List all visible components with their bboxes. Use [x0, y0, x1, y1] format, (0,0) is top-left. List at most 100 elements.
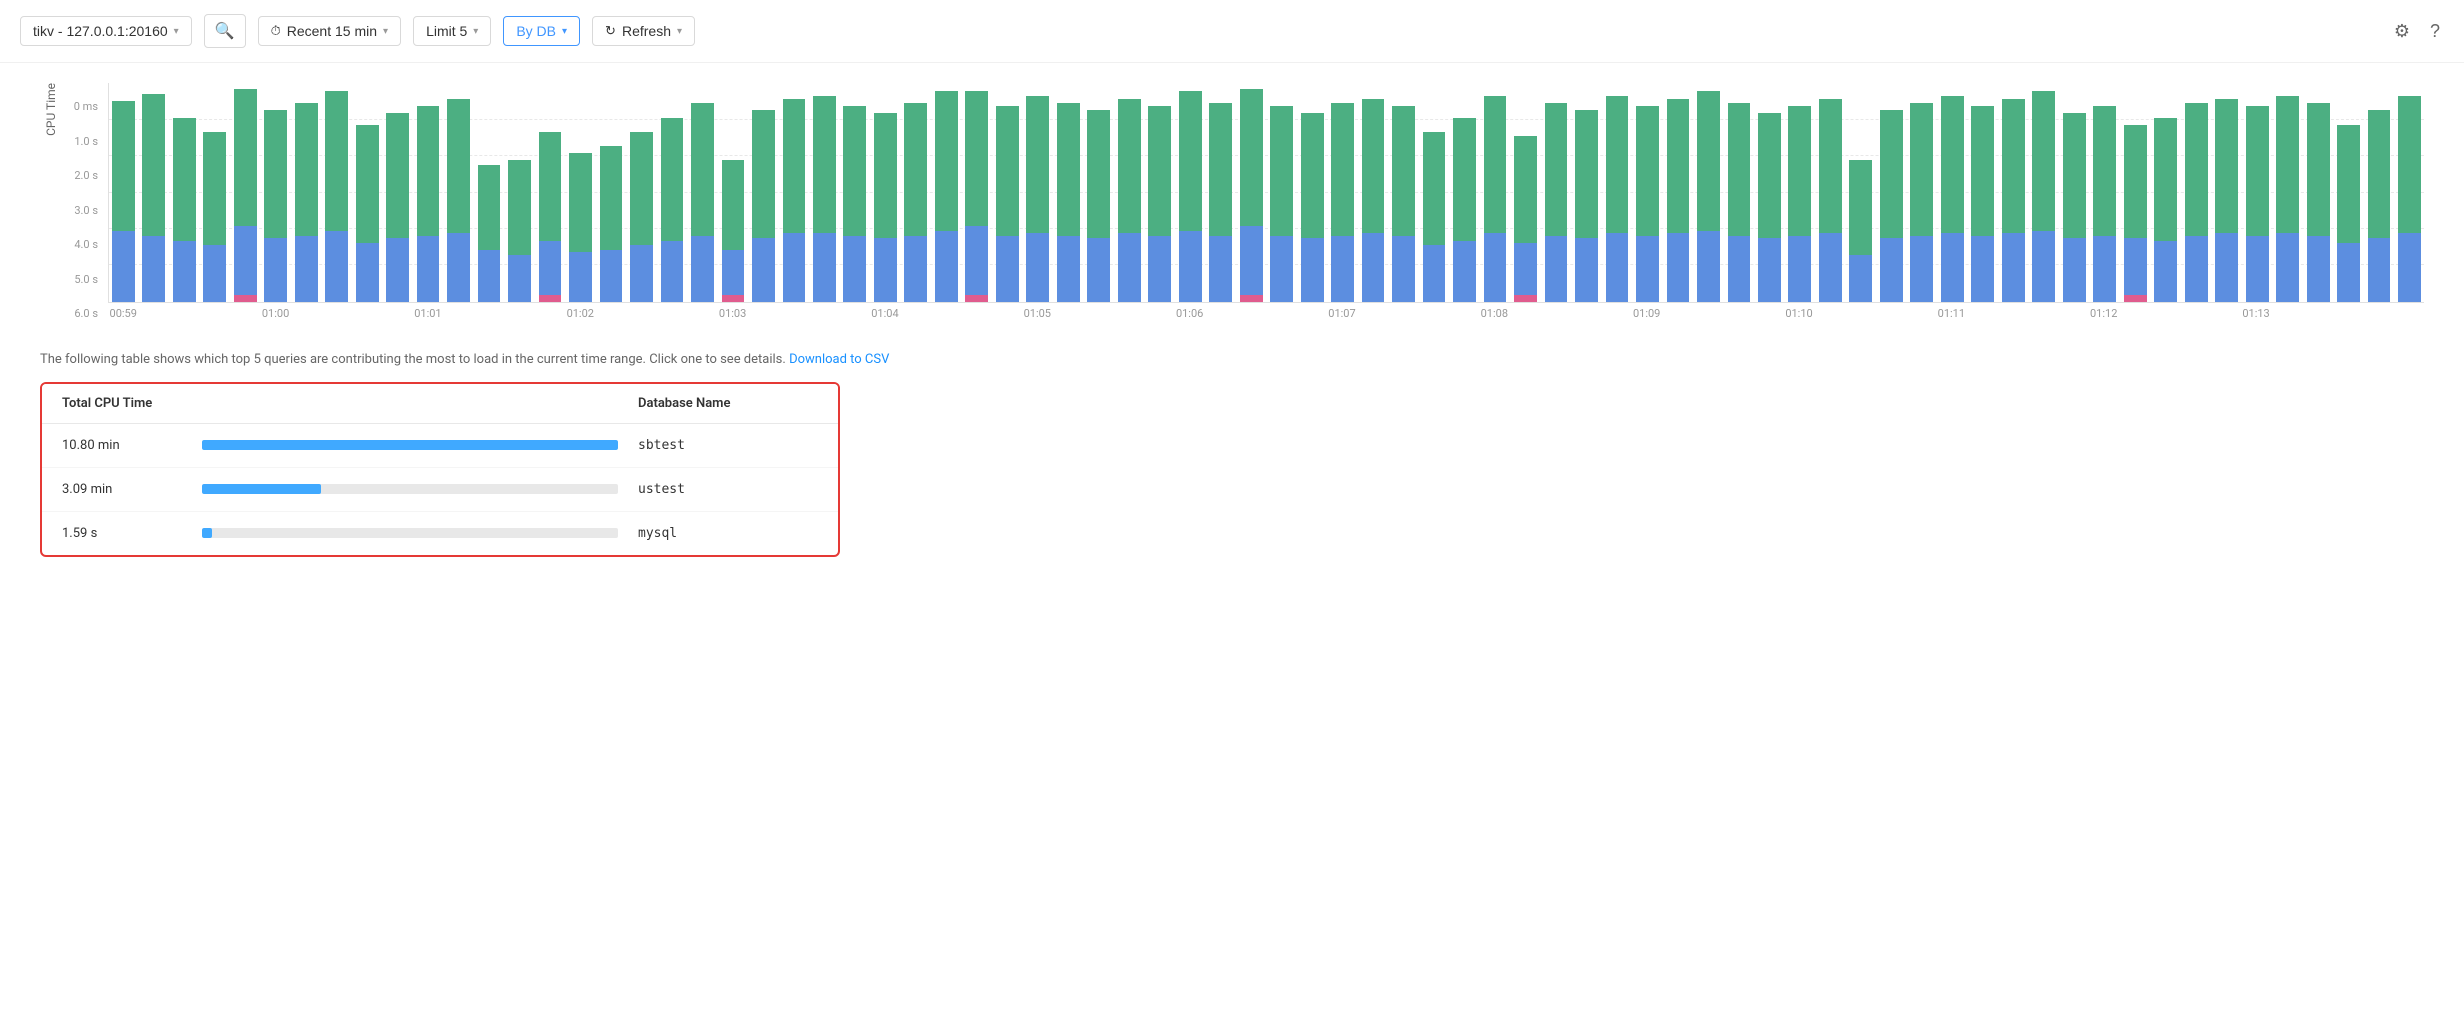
bar-group[interactable] [2090, 83, 2118, 302]
bar-group[interactable] [1999, 83, 2027, 302]
settings-button[interactable]: ⚙ [2390, 17, 2414, 46]
bar-group[interactable] [200, 83, 228, 302]
table-row[interactable]: 3.09 minustest [42, 468, 838, 512]
bar-group[interactable] [627, 83, 655, 302]
bar-group[interactable] [2304, 83, 2332, 302]
bar-group[interactable] [1542, 83, 1570, 302]
bar-segment-pink [539, 295, 562, 302]
table-row[interactable]: 10.80 minsbtest [42, 424, 838, 468]
bar-group[interactable] [1145, 83, 1173, 302]
bar-group[interactable] [566, 83, 594, 302]
bar-group[interactable] [1054, 83, 1082, 302]
bar-group[interactable] [2030, 83, 2058, 302]
bar-group[interactable] [871, 83, 899, 302]
bar-group[interactable] [414, 83, 442, 302]
bar-group[interactable] [322, 83, 350, 302]
bar-group[interactable] [1176, 83, 1204, 302]
bar-group[interactable] [1024, 83, 1052, 302]
bar-group[interactable] [231, 83, 259, 302]
bar-group[interactable] [2212, 83, 2240, 302]
bar-group[interactable] [1115, 83, 1143, 302]
bar-group[interactable] [1938, 83, 1966, 302]
bar-group[interactable] [1755, 83, 1783, 302]
x-axis-label: 01:11 [1936, 307, 1966, 320]
groupby-selector[interactable]: By DB ▾ [503, 16, 580, 46]
bar-segment-green [1453, 118, 1476, 241]
bar-group[interactable] [1085, 83, 1113, 302]
bar-group[interactable] [902, 83, 930, 302]
bar-group[interactable] [2243, 83, 2271, 302]
bar-group[interactable] [780, 83, 808, 302]
bar-group[interactable] [2365, 83, 2393, 302]
table-row[interactable]: 1.59 smysql [42, 512, 838, 555]
bar-group[interactable] [536, 83, 564, 302]
bar-segment-green [783, 99, 806, 234]
instance-selector[interactable]: tikv - 127.0.0.1:20160 ▾ [20, 16, 192, 46]
bar-group[interactable] [1603, 83, 1631, 302]
bar-group[interactable] [1664, 83, 1692, 302]
bar-group[interactable] [139, 83, 167, 302]
bar-group[interactable] [1572, 83, 1600, 302]
refresh-button[interactable]: ↻ Refresh ▾ [592, 16, 695, 46]
bar-group[interactable] [353, 83, 381, 302]
bar-group[interactable] [810, 83, 838, 302]
bar-group[interactable] [1511, 83, 1539, 302]
bar-group[interactable] [719, 83, 747, 302]
bar-group[interactable] [1633, 83, 1661, 302]
bar-group[interactable] [2182, 83, 2210, 302]
bar-group[interactable] [1694, 83, 1722, 302]
bar-group[interactable] [1877, 83, 1905, 302]
bar-group[interactable] [1206, 83, 1234, 302]
download-csv-link[interactable]: Download to CSV [789, 352, 889, 367]
bar-group[interactable] [383, 83, 411, 302]
bar-group[interactable] [1969, 83, 1997, 302]
bar-group[interactable] [2060, 83, 2088, 302]
bar-group[interactable] [1816, 83, 1844, 302]
bar-group[interactable] [749, 83, 777, 302]
bar-group[interactable] [2395, 83, 2423, 302]
help-icon: ? [2430, 21, 2440, 41]
bar-group[interactable] [2121, 83, 2149, 302]
bar-group[interactable] [2334, 83, 2362, 302]
bar-group[interactable] [841, 83, 869, 302]
help-button[interactable]: ? [2426, 17, 2444, 46]
bar-segment-blue [1667, 233, 1690, 302]
bar-group[interactable] [688, 83, 716, 302]
bar-group[interactable] [505, 83, 533, 302]
cell-cpu-time: 1.59 s [62, 526, 202, 541]
bar-segment-green [173, 118, 196, 241]
bar-group[interactable] [1786, 83, 1814, 302]
bar-group[interactable] [1298, 83, 1326, 302]
bar-group[interactable] [1481, 83, 1509, 302]
bar-group[interactable] [1847, 83, 1875, 302]
bar-group[interactable] [444, 83, 472, 302]
bar-group[interactable] [1420, 83, 1448, 302]
bar-group[interactable] [1908, 83, 1936, 302]
bar-group[interactable] [932, 83, 960, 302]
x-axis-label [1967, 307, 1997, 320]
x-axis-label [1449, 307, 1479, 320]
bar-group[interactable] [109, 83, 137, 302]
limit-selector[interactable]: Limit 5 ▾ [413, 16, 491, 46]
bar-group[interactable] [963, 83, 991, 302]
bar-group[interactable] [292, 83, 320, 302]
bar-group[interactable] [993, 83, 1021, 302]
bar-group[interactable] [1389, 83, 1417, 302]
bar-group[interactable] [1450, 83, 1478, 302]
bar-group[interactable] [2273, 83, 2301, 302]
time-selector[interactable]: ⏱ Recent 15 min ▾ [258, 16, 401, 46]
x-axis-label: 01:12 [2088, 307, 2118, 320]
bar-group[interactable] [1237, 83, 1265, 302]
bar-group[interactable] [597, 83, 625, 302]
bar-group[interactable] [1725, 83, 1753, 302]
bar-group[interactable] [475, 83, 503, 302]
search-button[interactable]: 🔍 [204, 14, 246, 48]
bar-segment-green [1910, 103, 1933, 235]
bar-group[interactable] [1328, 83, 1356, 302]
bar-group[interactable] [170, 83, 198, 302]
bar-group[interactable] [1359, 83, 1387, 302]
bar-group[interactable] [1267, 83, 1295, 302]
bar-group[interactable] [261, 83, 289, 302]
bar-group[interactable] [658, 83, 686, 302]
bar-group[interactable] [2151, 83, 2179, 302]
